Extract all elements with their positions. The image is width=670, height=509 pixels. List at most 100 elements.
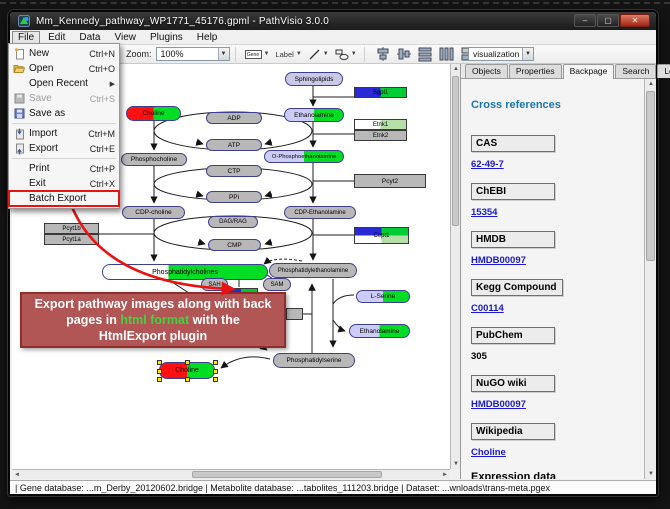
node-pcyt1b[interactable]: Pcyt1b [44, 223, 99, 234]
tab-properties[interactable]: Properties [509, 64, 562, 78]
node-etnk1[interactable]: Etnk1 [354, 119, 407, 130]
scrollbar-thumb[interactable] [192, 471, 382, 478]
chevron-down-icon[interactable]: ▼ [323, 51, 329, 57]
title-bar[interactable]: Mm_Kennedy_pathway_WP1771_45176.gpml - P… [10, 12, 656, 30]
xref-link[interactable]: 62-49-7 [471, 159, 644, 170]
node-choline-top[interactable]: Choline [126, 106, 181, 121]
xref-link[interactable]: 15354 [471, 207, 644, 218]
visualization-combobox[interactable]: visualization ▼ [468, 47, 534, 61]
zoom-combobox[interactable]: 100% ▼ [156, 47, 230, 61]
tab-legend[interactable]: Legend [657, 64, 670, 78]
xref-link[interactable]: HMDB00097 [471, 399, 644, 410]
line-tool-button[interactable]: ▼ [306, 46, 331, 62]
panel-vertical-scrollbar[interactable]: ▲ ▼ [644, 79, 656, 479]
chevron-down-icon[interactable]: ▼ [351, 51, 357, 57]
menu-item-open-recent[interactable]: Open Recent ▶ [9, 76, 119, 91]
menu-item-print[interactable]: Print Ctrl+P [9, 161, 119, 176]
node-l-serine[interactable]: L-Serine [356, 290, 410, 303]
menu-data[interactable]: Data [73, 31, 106, 44]
node-adp[interactable]: ADP [206, 112, 262, 124]
menu-help[interactable]: Help [191, 31, 224, 44]
scrollbar-thumb[interactable] [452, 76, 459, 226]
canvas-horizontal-scrollbar[interactable]: ◄ ► [12, 469, 450, 479]
node-dag[interactable]: DAG/RAG [208, 216, 258, 228]
tab-search[interactable]: Search [615, 64, 656, 78]
maximize-button[interactable]: ▢ [597, 14, 619, 27]
menu-edit[interactable]: Edit [42, 31, 71, 44]
node-phosphatidylserine[interactable]: Phosphatidylserine [273, 353, 355, 368]
canvas-vertical-scrollbar[interactable]: ▲ ▼ [450, 64, 460, 469]
chevron-down-icon[interactable]: ▼ [264, 51, 270, 57]
menu-plugins[interactable]: Plugins [144, 31, 189, 44]
node-phosphocholine[interactable]: Phosphocholine [121, 153, 187, 166]
label-tool-button[interactable]: Label ▼ [273, 46, 303, 62]
node-sgpl1[interactable]: Sgpl1 [354, 87, 407, 98]
node-phosphatidylcholines[interactable]: Phosphatidylcholines [102, 264, 268, 280]
selection-handle[interactable] [185, 360, 190, 365]
node-ctp[interactable]: CTP [206, 165, 262, 177]
gene-tool-button[interactable]: Gene ▼ [243, 46, 272, 62]
menu-item-batch-export[interactable]: Batch Export [9, 191, 119, 206]
selection-handle[interactable] [157, 369, 162, 374]
tab-objects[interactable]: Objects [465, 64, 508, 78]
chevron-down-icon[interactable]: ▼ [522, 48, 533, 60]
minimize-button[interactable]: – [574, 14, 596, 27]
tab-backpage[interactable]: Backpage [563, 64, 615, 79]
node-ethanolamine-lower[interactable]: Ethanolamine [349, 324, 410, 338]
selection-handle[interactable] [213, 360, 218, 365]
align-horizontal-center-icon[interactable] [375, 46, 391, 62]
chevron-down-icon[interactable]: ▼ [218, 48, 229, 60]
node-choline-selected[interactable]: Choline [159, 362, 215, 379]
xref-database-name: ChEBI [471, 183, 555, 200]
node-cmp[interactable]: CMP [208, 239, 261, 251]
selection-handle[interactable] [157, 360, 162, 365]
selection-handle[interactable] [213, 377, 218, 382]
xref-link[interactable]: C00114 [471, 303, 644, 314]
scrollbar-thumb[interactable] [646, 91, 655, 261]
xref-link[interactable]: HMDB00097 [471, 255, 644, 266]
node-pcyt1a[interactable]: Pcyt1a [44, 234, 99, 245]
chevron-down-icon[interactable]: ▼ [296, 51, 302, 57]
node-o-phosphoethanolamine[interactable]: O-Phosphoethanolamine [264, 150, 344, 163]
scroll-right-icon[interactable]: ► [440, 470, 450, 480]
new-document-icon [9, 48, 29, 60]
shape-tool-button[interactable]: ▼ [333, 46, 359, 62]
close-button[interactable]: ✕ [620, 14, 650, 27]
export-icon [9, 143, 29, 155]
xref-database-name: Kegg Compound [471, 279, 563, 296]
backpage-content: Cross references CAS62-49-7ChEBI15354HMD… [461, 79, 644, 479]
node-cdp-choline[interactable]: CDP-choline [122, 206, 185, 219]
distribute-columns-icon[interactable] [438, 46, 454, 62]
menu-item-open[interactable]: Open Ctrl+O [9, 61, 119, 76]
node-ethanolamine-top[interactable]: Ethanolamine [284, 108, 344, 122]
xref-link[interactable]: Choline [471, 447, 644, 458]
menu-item-save[interactable]: Save Ctrl+S [9, 91, 119, 106]
scroll-left-icon[interactable]: ◄ [12, 470, 22, 480]
node-cdp-ethanolamine[interactable]: CDP-Ethanolamine [284, 206, 356, 219]
node-phosphatidylethanolamine[interactable]: Phosphatidylethanolamine [269, 263, 357, 278]
distribute-rows-icon[interactable] [417, 46, 433, 62]
scroll-down-icon[interactable]: ▼ [645, 469, 657, 479]
menu-file[interactable]: File [12, 31, 40, 44]
node-cept1[interactable]: Cept1 [354, 227, 409, 244]
node-etnk2[interactable]: Etnk2 [354, 130, 407, 141]
node-ppi[interactable]: PPi [206, 191, 262, 203]
selection-handle[interactable] [185, 377, 190, 382]
node-atp[interactable]: ATP [206, 139, 262, 151]
menu-item-exit[interactable]: Exit Ctrl+X [9, 176, 119, 191]
cross-references-heading: Cross references [471, 99, 644, 111]
align-vertical-center-icon[interactable] [396, 46, 412, 62]
node-anchor-box[interactable] [286, 308, 303, 320]
node-pcyt2[interactable]: Pcyt2 [354, 174, 426, 188]
expression-data-heading: Expression data [471, 471, 644, 479]
selection-handle[interactable] [213, 369, 218, 374]
menu-item-save-as[interactable]: Save as [9, 106, 119, 121]
menu-item-new[interactable]: New Ctrl+N [9, 46, 119, 61]
menu-view[interactable]: View [108, 31, 142, 44]
selection-handle[interactable] [157, 377, 162, 382]
menu-item-export[interactable]: Export Ctrl+E [9, 141, 119, 156]
node-sphingolipids[interactable]: Sphingolipids [285, 72, 343, 86]
scroll-up-icon[interactable]: ▲ [645, 79, 657, 89]
menu-item-import[interactable]: Import Ctrl+M [9, 126, 119, 141]
node-sam[interactable]: SAM [263, 278, 291, 291]
